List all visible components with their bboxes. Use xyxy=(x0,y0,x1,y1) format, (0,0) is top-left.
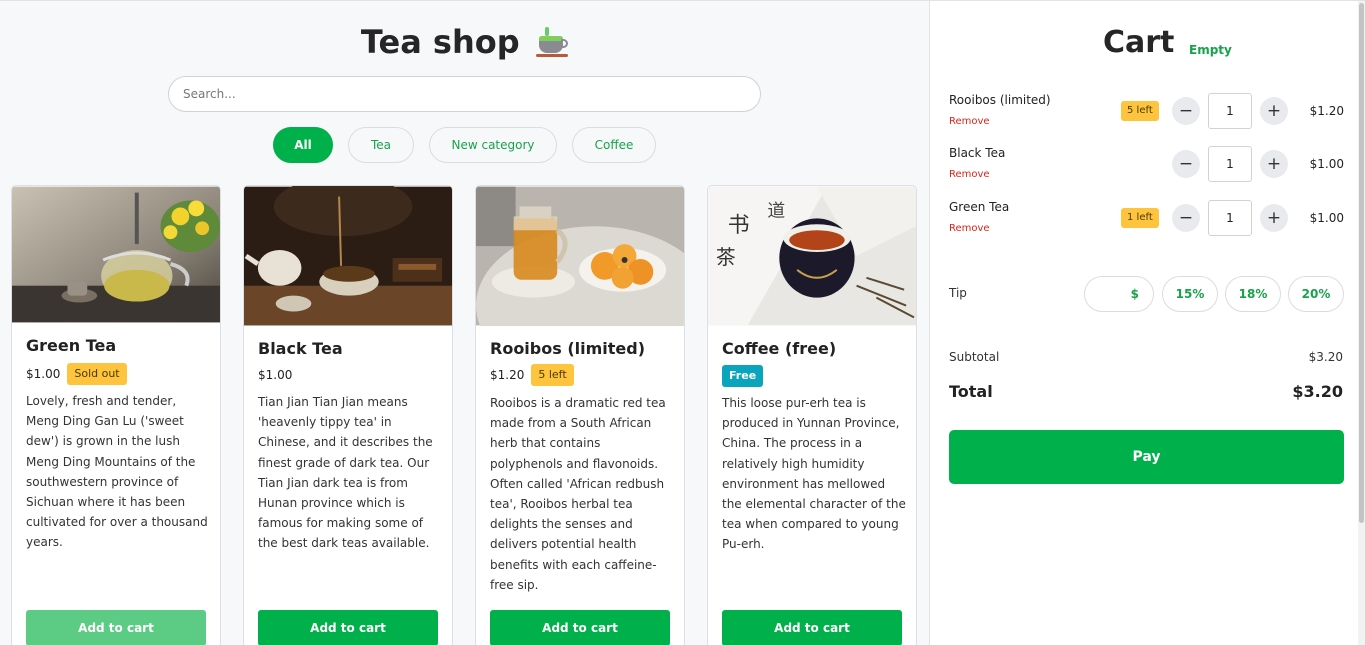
product-name: Coffee (free) xyxy=(722,339,837,358)
product-image-green-tea xyxy=(12,186,220,323)
product-image-black-tea xyxy=(244,186,452,326)
pay-button[interactable]: Pay xyxy=(949,430,1344,484)
stock-badge: 5 left xyxy=(531,364,574,386)
minus-icon[interactable]: − xyxy=(1172,150,1200,178)
category-filter: All Tea New category Coffee xyxy=(0,127,929,163)
shop-header: Tea shop xyxy=(0,23,929,61)
tip-18-button[interactable]: 18% xyxy=(1225,276,1281,312)
total-label: Total xyxy=(949,382,993,401)
minus-icon[interactable]: − xyxy=(1172,204,1200,232)
tea-cup-icon xyxy=(536,25,569,59)
category-tea[interactable]: Tea xyxy=(348,127,414,163)
product-description: Tian Jian Tian Jian means 'heavenly tipp… xyxy=(258,395,433,551)
cart-item-price: $1.00 xyxy=(1309,157,1344,171)
product-price: $1.20 xyxy=(490,368,525,382)
quantity-input[interactable] xyxy=(1208,200,1252,236)
cart-item-name: Rooibos (limited) xyxy=(949,93,1051,107)
product-name: Rooibos (limited) xyxy=(490,339,646,358)
plus-icon[interactable]: + xyxy=(1260,97,1288,125)
total-value: $3.20 xyxy=(1292,382,1343,401)
product-description: Lovely, fresh and tender, Meng Ding Gan … xyxy=(26,394,208,550)
tip-label: Tip xyxy=(949,286,967,300)
category-coffee[interactable]: Coffee xyxy=(572,127,656,163)
category-all[interactable]: All xyxy=(273,127,333,163)
quantity-input[interactable] xyxy=(1208,146,1252,182)
product-description: This loose pur-erh tea is produced in Yu… xyxy=(722,396,906,552)
product-card-rooibos: Rooibos (limited) $1.20 5 left Rooibos i… xyxy=(475,185,685,645)
cart-item-name: Green Tea xyxy=(949,200,1010,214)
price-row: $1.00 xyxy=(258,364,292,386)
price-row: $1.20 5 left xyxy=(490,364,574,386)
remove-link[interactable]: Remove xyxy=(949,116,990,127)
product-name: Black Tea xyxy=(258,339,343,358)
cart-item-name: Black Tea xyxy=(949,146,1006,160)
plus-icon[interactable]: + xyxy=(1260,150,1288,178)
tip-custom-input[interactable]: $ xyxy=(1084,276,1154,312)
cart-line-item: Green Tea Remove 1 left − + $1.00 xyxy=(949,200,1349,240)
free-badge: Free xyxy=(722,365,764,387)
product-name: Green Tea xyxy=(26,336,117,355)
price-row: $1.00 Sold out xyxy=(26,363,127,385)
product-card-coffee: 书 茶 道 Coffee (free) Free This loose pur-… xyxy=(707,185,917,645)
minus-icon[interactable]: − xyxy=(1172,97,1200,125)
tip-20-button[interactable]: 20% xyxy=(1288,276,1344,312)
tip-15-button[interactable]: 15% xyxy=(1162,276,1218,312)
remove-link[interactable]: Remove xyxy=(949,169,990,180)
page-title: Tea shop xyxy=(360,23,520,61)
price-row: Free xyxy=(722,365,764,387)
subtotal-value: $3.20 xyxy=(1308,350,1343,364)
cart-item-price: $1.00 xyxy=(1309,211,1344,225)
product-price: $1.00 xyxy=(258,368,293,382)
svg-text:茶: 茶 xyxy=(716,246,736,269)
cart-line-item: Black Tea Remove − + $1.00 xyxy=(949,146,1349,186)
stock-badge: 5 left xyxy=(1121,101,1159,121)
add-to-cart-button[interactable]: Add to cart xyxy=(722,610,902,645)
stock-badge: 1 left xyxy=(1121,208,1159,228)
svg-text:道: 道 xyxy=(767,200,785,221)
quantity-input[interactable] xyxy=(1208,93,1252,129)
cart-scrollbar[interactable] xyxy=(1358,1,1365,645)
add-to-cart-button[interactable]: Add to cart xyxy=(490,610,670,645)
cart-line-item: Rooibos (limited) Remove 5 left − + $1.2… xyxy=(949,93,1349,133)
product-description: Rooibos is a dramatic red tea made from … xyxy=(490,396,666,592)
add-to-cart-button[interactable]: Add to cart xyxy=(258,610,438,645)
svg-text:书: 书 xyxy=(728,213,750,238)
product-price: $1.00 xyxy=(26,367,61,381)
product-image-rooibos xyxy=(476,186,684,326)
add-to-cart-button[interactable]: Add to cart xyxy=(26,610,206,645)
cart-item-price: $1.20 xyxy=(1309,104,1344,118)
cart-status: Empty xyxy=(1189,43,1232,57)
remove-link[interactable]: Remove xyxy=(949,223,990,234)
shop-panel: Tea shop All Tea New category Coffee xyxy=(0,0,929,645)
plus-icon[interactable]: + xyxy=(1260,204,1288,232)
subtotal-label: Subtotal xyxy=(949,350,1000,364)
search-input[interactable] xyxy=(168,76,761,112)
cart-panel: Cart Empty Rooibos (limited) Remove 5 le… xyxy=(929,0,1365,645)
status-badge: Sold out xyxy=(67,363,127,385)
product-image-coffee: 书 茶 道 xyxy=(708,186,916,326)
product-card-green-tea: Green Tea $1.00 Sold out Lovely, fresh a… xyxy=(11,185,221,645)
product-card-black-tea: Black Tea $1.00 Tian Jian Tian Jian mean… xyxy=(243,185,453,645)
cart-title: Cart xyxy=(1103,25,1175,60)
category-new-category[interactable]: New category xyxy=(429,127,557,163)
